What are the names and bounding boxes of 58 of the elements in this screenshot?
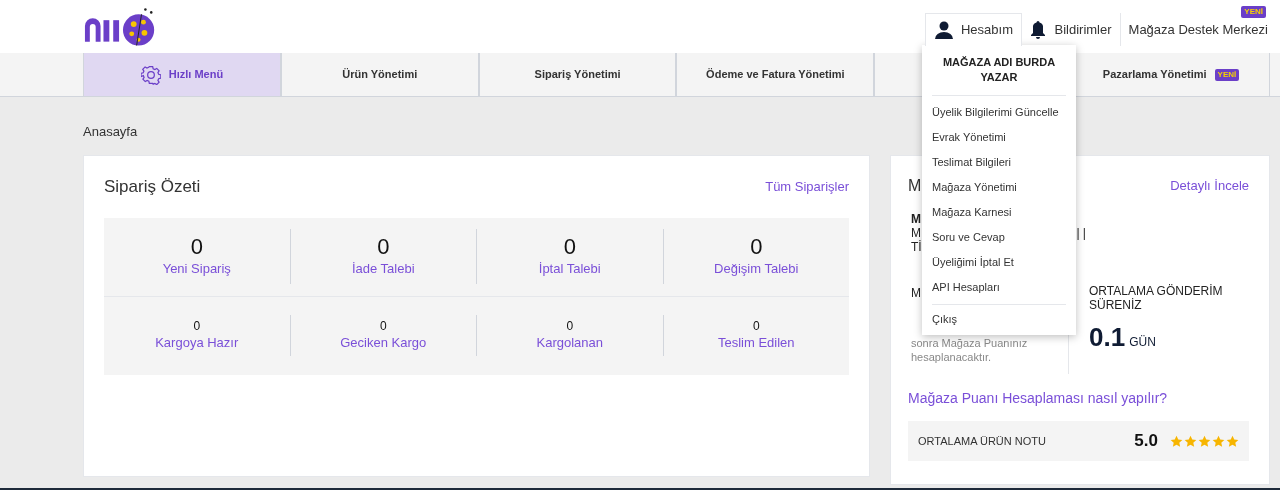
stat-count: 0 [193,318,201,333]
nav-tab[interactable]: Hızlı Menü [83,53,281,96]
all-orders-link[interactable]: Tüm Siparişler [765,177,849,197]
star-icon [1226,434,1239,448]
score-note: hesaplanacaktır. [911,350,992,364]
stat-link[interactable]: Değişim Talebi [714,258,799,279]
stat-link[interactable]: Kargoya Hazır [155,332,239,353]
menu-item[interactable]: Mağaza Yönetimi [932,175,1066,200]
stat-count: 0 [752,318,760,333]
shipping-value: 0.1 [1089,321,1126,354]
stat-link[interactable]: Yeni Sipariş [162,258,231,279]
card-title: Sipariş Özeti [104,176,201,198]
score-note: sonra Mağaza Puanınız [911,336,1028,350]
star-icon [1184,434,1197,448]
details-link[interactable]: Detaylı İncele [1170,176,1249,196]
menu-item[interactable]: Üyelik Bilgilerimi Güncelle [932,100,1066,125]
rating-label: ORTALAMA ÜRÜN NOTU [918,433,1047,449]
stat-count: 0 [750,234,763,259]
stat-link[interactable]: İptal Talebi [538,258,601,279]
menu-item[interactable]: Evrak Yönetimi [932,125,1066,150]
user-icon [934,21,953,39]
stat-count: 0 [190,234,203,259]
nav-tab[interactable]: Sipariş Yönetimi [478,53,677,96]
account-button[interactable]: Hesabım [925,13,1023,46]
info-text: M [911,226,921,240]
menu-item[interactable]: Teslimat Bilgileri [932,150,1066,175]
stat-link[interactable]: Geciken Kargo [340,332,427,353]
nav-tab[interactable]: Ürün Yönetimi [280,53,479,96]
new-badge: YENİ [1214,68,1240,81]
stat-link[interactable]: Kargolanan [536,332,603,353]
logout-item[interactable]: Çıkış [932,309,1066,329]
new-badge: YENİ [1241,6,1266,18]
menu-item[interactable]: Soru ve Cevap [932,225,1066,250]
stat-count: 0 [377,234,390,259]
help-link[interactable]: Mağaza Puanı Hesaplaması nasıl yapılır? [908,388,1249,409]
star-icon [1198,434,1211,448]
score-label: M [911,285,921,302]
info-text: | | [1076,226,1086,240]
info-text: M [911,212,921,226]
menu-item[interactable]: Mağaza Karnesi [932,200,1066,225]
card-title: M [908,176,922,196]
stat-count: 0 [379,318,387,333]
star-icon [1170,434,1183,448]
stat-link[interactable]: İade Talebi [351,258,415,279]
stat-link[interactable]: Teslim Edilen [717,332,795,353]
stat-count: 0 [563,234,576,259]
bell-icon [1030,20,1047,39]
shipping-unit: GÜN [1129,334,1156,351]
nav-tab[interactable]: Ödeme ve Fatura Yönetimi [676,53,875,96]
shipping-label: ORTALAMA GÖNDERİM SÜRENİZ [1089,284,1224,312]
menu-item[interactable]: Üyeliğimi İptal Et [932,250,1066,275]
breadcrumb: Anasayfa [83,124,138,139]
menu-item[interactable]: API Hesapları [932,275,1066,300]
rating-value: 5.0 [1134,430,1158,453]
star-icon [1212,434,1225,448]
stat-count: 0 [566,318,574,333]
store-name: MAĞAZA ADI BURDA YAZAR [932,55,1066,96]
info-text: Tİ [911,240,922,254]
